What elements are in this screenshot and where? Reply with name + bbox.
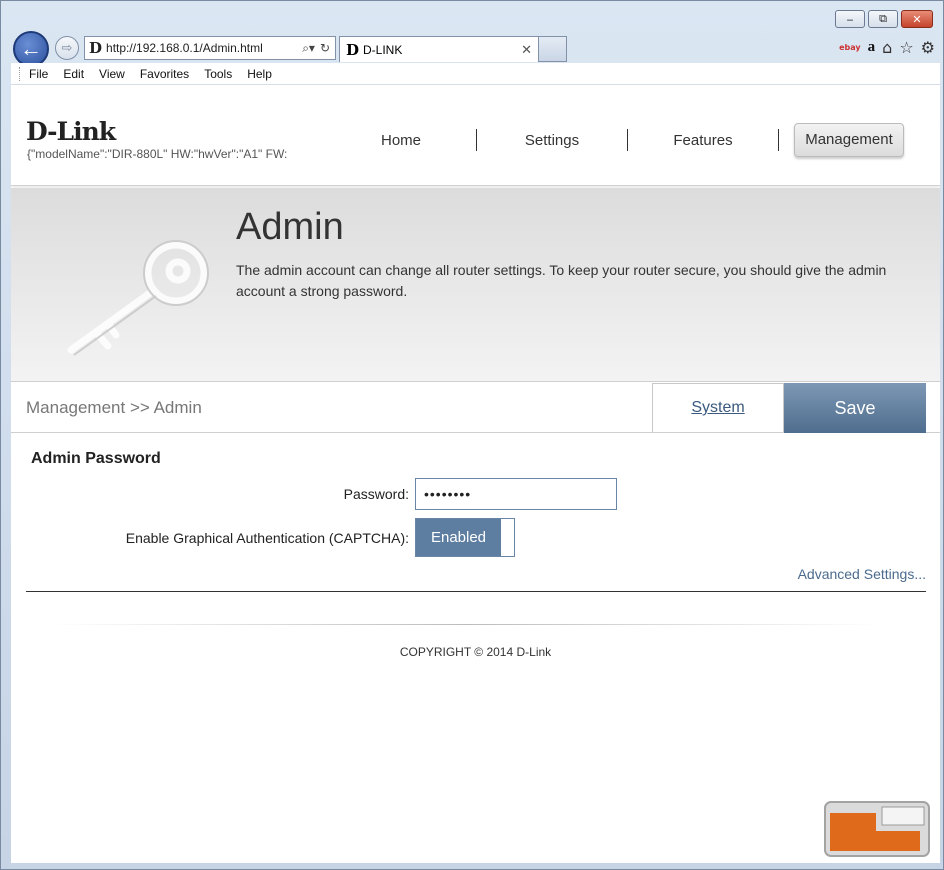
section-title: Admin Password — [31, 450, 161, 467]
nav-settings[interactable]: Settings — [492, 132, 612, 149]
copyright-text: COPYRIGHT © 2014 D-Link — [399, 645, 552, 659]
menu-tools[interactable]: Tools — [204, 67, 232, 81]
tab-close-icon[interactable]: ✕ — [521, 42, 532, 58]
tab-label: D-LINK — [363, 42, 403, 57]
nav-features[interactable]: Features — [643, 132, 763, 149]
search-icon[interactable]: ⌕▾ — [302, 41, 315, 56]
admin-hero-banner: Admin The admin account can change all r… — [11, 188, 940, 382]
menu-file[interactable]: File — [29, 67, 48, 81]
advanced-settings-link[interactable]: Advanced Settings... — [798, 566, 926, 582]
url-text[interactable]: http://192.168.0.1/Admin.html — [106, 41, 302, 55]
browser-toolbar-icons: ebay a ⌂ ☆ ⚙ — [839, 38, 935, 57]
key-icon — [67, 240, 209, 356]
page-viewport: D-Link {"modelName":"DIR-880L" HW:"hwVer… — [11, 85, 940, 863]
model-info: {"modelName":"DIR-880L" HW:"hwVer":"A1" … — [27, 147, 288, 161]
router-header: D-Link {"modelName":"DIR-880L" HW:"hwVer… — [11, 85, 940, 186]
new-tab-button[interactable] — [539, 36, 567, 62]
system-link[interactable]: System — [652, 383, 784, 432]
tab-favicon-icon: D — [346, 40, 360, 59]
ebay-icon[interactable]: ebay — [839, 43, 861, 52]
menu-favorites[interactable]: Favorites — [140, 67, 189, 81]
captcha-toggle-state: Enabled — [416, 519, 501, 556]
browser-window: ‒ ⧉ ✕ ← ⇨ D http://192.168.0.1/Admin.htm… — [0, 0, 944, 870]
menu-edit[interactable]: Edit — [63, 67, 84, 81]
breadcrumb: Management >> Admin — [26, 398, 202, 417]
refresh-icon[interactable]: ↻ — [320, 41, 330, 55]
main-nav: Home Settings Features Management — [341, 123, 904, 157]
captcha-toggle[interactable]: Enabled — [415, 518, 515, 557]
dlink-logo: D-Link — [26, 117, 116, 146]
favorites-star-icon[interactable]: ☆ — [899, 38, 913, 57]
nav-management[interactable]: Management — [794, 123, 904, 157]
home-icon[interactable]: ⌂ — [882, 38, 892, 57]
footer-divider — [51, 624, 881, 625]
password-label: Password: — [343, 486, 409, 502]
forward-button[interactable]: ⇨ — [55, 36, 79, 60]
address-bar[interactable]: D http://192.168.0.1/Admin.html ⌕▾ ↻ — [84, 36, 336, 60]
browser-tab[interactable]: D D-LINK ✕ — [339, 36, 539, 62]
window-controls: ‒ ⧉ ✕ — [835, 10, 933, 28]
amazon-icon[interactable]: a — [868, 39, 876, 56]
nav-separator — [627, 129, 628, 151]
legit-reviews-watermark-logo — [824, 801, 930, 857]
settings-gear-icon[interactable]: ⚙ — [921, 38, 935, 57]
back-arrow-icon: ← — [20, 36, 42, 61]
password-field[interactable]: •••••••• — [415, 478, 617, 510]
page-description: The admin account can change all router … — [236, 262, 887, 299]
nav-separator — [778, 129, 779, 151]
action-bar: Management >> Admin System Save — [11, 383, 940, 433]
minimize-button[interactable]: ‒ — [835, 10, 865, 28]
nav-home[interactable]: Home — [341, 132, 461, 149]
close-window-button[interactable]: ✕ — [901, 10, 933, 28]
menu-help[interactable]: Help — [247, 67, 272, 81]
menu-grip — [19, 66, 23, 81]
menu-bar: File Edit View Favorites Tools Help — [11, 63, 940, 85]
captcha-label: Enable Graphical Authentication (CAPTCHA… — [125, 530, 409, 546]
navigation-bar: ← ⇨ D http://192.168.0.1/Admin.html ⌕▾ ↻… — [1, 31, 944, 67]
back-button[interactable]: ← — [13, 31, 49, 67]
nav-separator — [476, 129, 477, 151]
forward-arrow-icon: ⇨ — [61, 40, 73, 55]
menu-view[interactable]: View — [99, 67, 125, 81]
maximize-button[interactable]: ⧉ — [868, 10, 898, 28]
save-button[interactable]: Save — [784, 383, 926, 433]
page-title: Admin — [236, 206, 344, 248]
section-divider — [26, 591, 926, 592]
site-favicon-icon: D — [89, 39, 103, 57]
